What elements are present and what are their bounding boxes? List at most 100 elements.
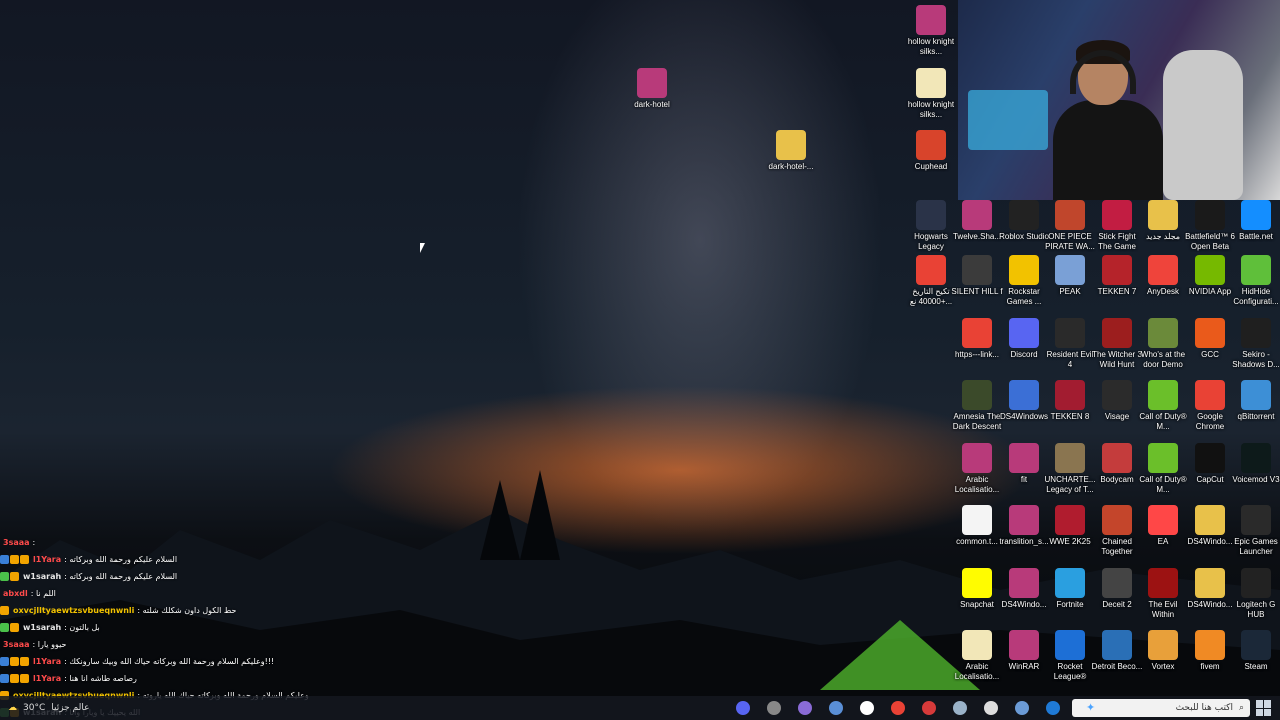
- desktop-icon-label: DS4Windo...: [1187, 600, 1233, 609]
- desktop-icon[interactable]: Sekiro - Shadows D...: [1230, 318, 1280, 370]
- desktop-icon[interactable]: Amnesia The Dark Descent: [951, 380, 1003, 432]
- gamepad-icon: [1009, 380, 1039, 410]
- desktop-icon[interactable]: hollow knight silks...: [905, 68, 957, 120]
- battlefield-icon: [1195, 200, 1225, 230]
- chat-badge-icon: [0, 606, 9, 615]
- record-icon: [922, 701, 936, 715]
- taskbar-dots-icon[interactable]: [761, 698, 787, 718]
- chrome-icon: [916, 255, 946, 285]
- chat-text: : السلام عليكم ورحمة الله وبركاته: [64, 555, 178, 564]
- snapchat-icon: [962, 568, 992, 598]
- desktop-icon[interactable]: Battlefield™ 6 Open Beta: [1184, 200, 1236, 252]
- gaming-chair: [1163, 50, 1243, 200]
- windows-start-icon[interactable]: [1256, 700, 1272, 716]
- desktop-icon[interactable]: AnyDesk: [1137, 255, 1189, 297]
- desktop-icon[interactable]: Roblox Studio: [998, 200, 1050, 242]
- desktop-icon[interactable]: Epic Games Launcher: [1230, 505, 1280, 557]
- cuphead-icon: [916, 130, 946, 160]
- desktop-icon[interactable]: Stick Fight The Game: [1091, 200, 1143, 252]
- desktop-icon[interactable]: Call of Duty® M...: [1137, 443, 1189, 495]
- desktop-icon[interactable]: Resident Evil 4: [1044, 318, 1096, 370]
- desktop-icon[interactable]: The Evil Within: [1137, 568, 1189, 620]
- desktop-icon[interactable]: DS4Windows: [998, 380, 1050, 422]
- desktop-icon[interactable]: WWE 2K25: [1044, 505, 1096, 547]
- desktop-icon[interactable]: Chained Together: [1091, 505, 1143, 557]
- desktop-icon[interactable]: hollow knight silks...: [905, 5, 957, 57]
- desktop-icon[interactable]: Vortex: [1137, 630, 1189, 672]
- desktop-icon[interactable]: Fortnite: [1044, 568, 1096, 610]
- desktop-icon[interactable]: Logitech G HUB: [1230, 568, 1280, 620]
- desktop-icon[interactable]: Hogwarts Legacy: [905, 200, 957, 252]
- desktop-icon[interactable]: PEAK: [1044, 255, 1096, 297]
- desktop-icon[interactable]: DS4Windo...: [1184, 505, 1236, 547]
- desktop-icon[interactable]: Rockstar Games ...: [998, 255, 1050, 307]
- desktop-icon-label: AnyDesk: [1146, 287, 1179, 296]
- desktop-icon[interactable]: Call of Duty® M...: [1137, 380, 1189, 432]
- desktop-icon[interactable]: Steam: [1230, 630, 1280, 672]
- desktop-icon[interactable]: Voicemod V3: [1230, 443, 1280, 485]
- desktop-icon[interactable]: Discord: [998, 318, 1050, 360]
- desktop-icon[interactable]: Arabic Localisatio...: [951, 443, 1003, 495]
- folder-icon: [1148, 200, 1178, 230]
- taskbar-calculator-icon[interactable]: [823, 698, 849, 718]
- desktop-icon[interactable]: DS4Windo...: [998, 568, 1050, 610]
- desktop-icon[interactable]: ONE PIECE PIRATE WA...: [1044, 200, 1096, 252]
- desktop-icon[interactable]: Twelve.Sha...: [951, 200, 1003, 242]
- desktop-icon[interactable]: GCC: [1184, 318, 1236, 360]
- desktop-icon-label: Fortnite: [1056, 600, 1084, 609]
- taskbar-outlook-icon[interactable]: [1040, 698, 1066, 718]
- desktop-icon[interactable]: HidHide Configurati...: [1230, 255, 1280, 307]
- desktop-icon[interactable]: Arabic Localisatio...: [951, 630, 1003, 682]
- desktop-icon[interactable]: تكيح التاريخ +40000 نع...: [905, 255, 957, 307]
- desktop-icon[interactable]: Cuphead: [905, 130, 957, 172]
- desktop-icon[interactable]: The Witcher 3 Wild Hunt: [1091, 318, 1143, 370]
- taskbar-steam-icon[interactable]: [947, 698, 973, 718]
- desktop-icon[interactable]: Google Chrome: [1184, 380, 1236, 432]
- taskbar-store-icon[interactable]: [854, 698, 880, 718]
- winrar-icon: [637, 68, 667, 98]
- desktop-icon[interactable]: Bodycam: [1091, 443, 1143, 485]
- desktop-icon[interactable]: NVIDIA App: [1184, 255, 1236, 297]
- desktop-icon[interactable]: TEKKEN 7: [1091, 255, 1143, 297]
- steam-icon: [1241, 630, 1271, 660]
- desktop-icon[interactable]: مجلد جديد: [1137, 200, 1189, 242]
- nvidia-icon: [1195, 255, 1225, 285]
- desktop-icon[interactable]: Visage: [1091, 380, 1143, 422]
- desktop-icon[interactable]: Rocket League®: [1044, 630, 1096, 682]
- desktop-icon-label: dark-hotel-...: [768, 162, 814, 171]
- desktop-icon[interactable]: dark-hotel: [626, 68, 678, 110]
- taskbar-discord-icon[interactable]: [730, 698, 756, 718]
- desktop-icon[interactable]: TEKKEN 8: [1044, 380, 1096, 422]
- desktop-icon[interactable]: Snapchat: [951, 568, 1003, 610]
- desktop-icon[interactable]: Battle.net: [1230, 200, 1280, 242]
- desktop-icon-label: Arabic Localisatio...: [954, 662, 1000, 681]
- desktop-icon[interactable]: fivem: [1184, 630, 1236, 672]
- desktop-icon[interactable]: EA: [1137, 505, 1189, 547]
- desktop-icon[interactable]: translition_s...: [998, 505, 1050, 547]
- search-box[interactable]: ✦ اكتب هنا للبحث ⌕: [1072, 699, 1250, 717]
- desktop-icon[interactable]: common.t...: [951, 505, 1003, 547]
- taskbar-record-icon[interactable]: [916, 698, 942, 718]
- discord-icon: [1009, 318, 1039, 348]
- desktop-icon-label: hollow knight silks...: [907, 100, 955, 119]
- folder-icon: [1195, 505, 1225, 535]
- desktop-icon[interactable]: DS4Windo...: [1184, 568, 1236, 610]
- taskbar-settings-icon[interactable]: [978, 698, 1004, 718]
- desktop-icon-label: The Witcher 3 Wild Hunt: [1092, 350, 1142, 369]
- desktop-icon[interactable]: CapCut: [1184, 443, 1236, 485]
- desktop-icon[interactable]: qBittorrent: [1230, 380, 1280, 422]
- desktop-icon[interactable]: UNCHARTE... Legacy of T...: [1044, 443, 1096, 495]
- desktop-icon-label: Resident Evil 4: [1046, 350, 1094, 369]
- desktop-icon[interactable]: Deceit 2: [1091, 568, 1143, 610]
- desktop-icon[interactable]: Who's at the door Demo: [1137, 318, 1189, 370]
- desktop-icon[interactable]: Detroit Beco...: [1091, 630, 1143, 672]
- taskbar-chrome-icon[interactable]: [885, 698, 911, 718]
- desktop-icon[interactable]: fit: [998, 443, 1050, 485]
- taskbar-app-icon[interactable]: [1009, 698, 1035, 718]
- desktop-icon-label: Call of Duty® M...: [1139, 475, 1187, 494]
- desktop-icon[interactable]: https---link...: [951, 318, 1003, 360]
- desktop-icon[interactable]: dark-hotel-...: [765, 130, 817, 172]
- taskbar-gamepad-icon[interactable]: [792, 698, 818, 718]
- desktop-icon[interactable]: WinRAR: [998, 630, 1050, 672]
- desktop-icon[interactable]: SILENT HILL f: [951, 255, 1003, 297]
